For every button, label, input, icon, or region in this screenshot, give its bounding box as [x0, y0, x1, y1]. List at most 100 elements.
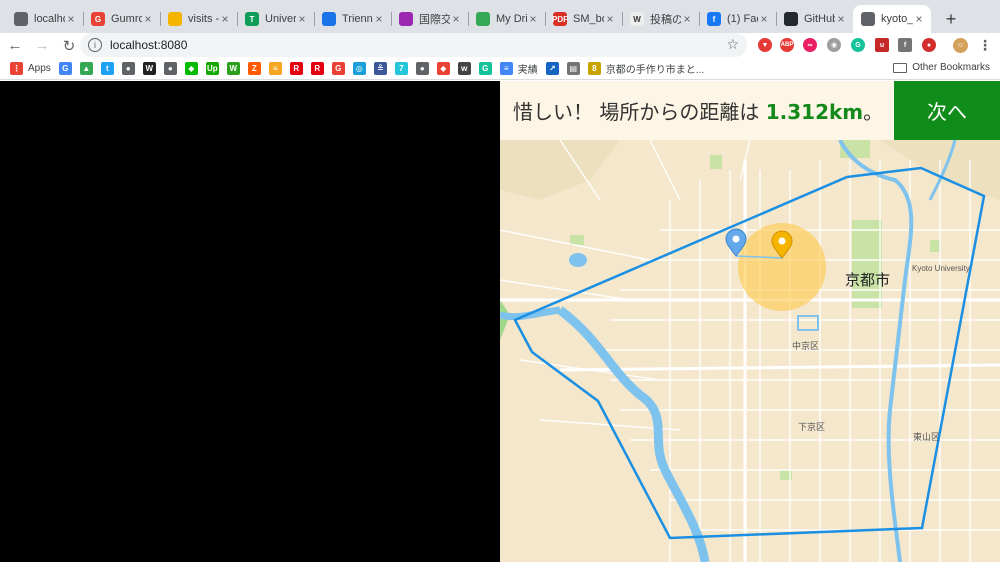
bookmark-favicon-icon: ●: [163, 62, 177, 75]
bookmark-item[interactable]: R: [289, 62, 303, 75]
next-button[interactable]: 次へ: [894, 81, 1000, 140]
bookmark-favicon-icon: Z: [247, 62, 261, 75]
browser-tab[interactable]: f (1) Face×: [699, 5, 776, 33]
bookmark-favicon-icon: G: [58, 62, 72, 75]
bookmark-item[interactable]: 8 京都の手作り市まと...: [587, 61, 705, 76]
menu-icon[interactable]: ⋮: [978, 37, 992, 53]
camera-extension-icon[interactable]: ◉: [827, 38, 841, 52]
tab-favicon-icon: PDF: [552, 12, 568, 26]
bookmark-item[interactable]: 7: [394, 62, 408, 75]
bookmark-item[interactable]: ▤: [566, 62, 580, 75]
tab-close-icon[interactable]: ×: [219, 12, 231, 26]
bookmark-favicon-icon: 7: [394, 62, 408, 75]
bookmark-label: 京都の手作り市まと...: [605, 65, 705, 76]
browser-tab[interactable]: GitHub ×: [776, 5, 853, 33]
shimogyo-label: 下京区: [798, 421, 825, 433]
streetview-pane[interactable]: [0, 81, 500, 562]
bookmark-favicon-icon: R: [289, 62, 303, 75]
profile-avatar[interactable]: ☺: [953, 38, 968, 53]
higashiyama-label: 東山区: [913, 431, 940, 443]
bookmark-item[interactable]: ≡: [268, 62, 282, 75]
bookmark-item[interactable]: ⋮ Apps: [10, 62, 51, 75]
bookmark-item[interactable]: ◆: [184, 62, 198, 75]
tab-close-icon[interactable]: ×: [450, 12, 462, 26]
tab-favicon-icon: [168, 12, 182, 26]
bookmark-item[interactable]: ≡ 実績: [499, 61, 538, 76]
bookmark-item[interactable]: ▲: [79, 62, 93, 75]
bookmark-favicon-icon: ▤: [566, 62, 580, 75]
bookmark-item[interactable]: G: [478, 62, 492, 75]
tab-close-icon[interactable]: ×: [527, 12, 539, 26]
reload-icon[interactable]: ↻: [57, 34, 81, 58]
bookmark-item[interactable]: W: [226, 62, 240, 75]
lastpass-extension-icon[interactable]: ●: [922, 38, 936, 52]
tab-title: 投稿の新: [650, 14, 681, 26]
grammarly-extension-icon[interactable]: G: [851, 38, 865, 52]
vivaldi-extension-icon[interactable]: ▼: [758, 38, 772, 52]
browser-tab[interactable]: localho×: [6, 5, 83, 33]
browser-tab[interactable]: visits - ×: [160, 5, 237, 33]
browser-tab[interactable]: T Univers×: [237, 5, 314, 33]
new-tab-button[interactable]: +: [937, 5, 965, 33]
bookmark-item[interactable]: ◎: [352, 62, 366, 75]
bookmark-favicon-icon: W: [226, 62, 240, 75]
bookmark-item[interactable]: ≗: [373, 62, 387, 75]
tab-favicon-icon: [784, 12, 798, 26]
pink-extension-icon[interactable]: ∞: [803, 38, 817, 52]
bookmark-favicon-icon: G: [478, 62, 492, 75]
facebook-extension-icon[interactable]: f: [898, 38, 912, 52]
bookmark-favicon-icon: ↗: [545, 62, 559, 75]
tab-favicon-icon: [322, 12, 336, 26]
tab-close-icon[interactable]: ×: [142, 12, 154, 26]
tab-close-icon[interactable]: ×: [604, 12, 616, 26]
forward-icon[interactable]: →: [30, 34, 54, 58]
result-message: 惜しい！ 場所からの距離は 1.312km。: [513, 96, 883, 125]
other-bookmarks[interactable]: Other Bookmarks: [893, 62, 990, 73]
tab-close-icon[interactable]: ×: [296, 12, 308, 26]
bookmark-item[interactable]: ↗: [545, 62, 559, 75]
browser-tab[interactable]: kyoto_g×: [853, 5, 931, 33]
tab-close-icon[interactable]: ×: [373, 12, 385, 26]
tab-title: localho: [34, 13, 65, 25]
distance-value: 1.312km: [765, 100, 864, 124]
tab-close-icon[interactable]: ×: [913, 12, 925, 26]
result-suffix: 。: [863, 100, 884, 124]
browser-toolbar: ← → ↻ i localhost:8080 ☆ ▼ ABP ∞ ◉ G u f…: [0, 33, 1000, 58]
tab-close-icon[interactable]: ×: [835, 12, 847, 26]
address-bar[interactable]: i localhost:8080 ☆: [80, 33, 747, 57]
tab-close-icon[interactable]: ×: [758, 12, 770, 26]
bookmark-item[interactable]: R: [310, 62, 324, 75]
back-icon[interactable]: ←: [3, 34, 27, 58]
bookmark-favicon-icon: ≡: [268, 62, 282, 75]
bookmark-item[interactable]: Up: [205, 62, 219, 75]
ublock-extension-icon[interactable]: u: [875, 38, 889, 52]
tab-title: Gumroa: [111, 13, 142, 25]
browser-tab[interactable]: PDF SM_boo×: [545, 5, 622, 33]
tab-favicon-icon: G: [91, 12, 105, 26]
tab-close-icon[interactable]: ×: [681, 12, 693, 26]
browser-tab[interactable]: My Driv×: [468, 5, 545, 33]
bookmark-item[interactable]: G: [58, 62, 72, 75]
bookmark-item[interactable]: W: [142, 62, 156, 75]
bookmark-favicon-icon: ⬥: [436, 62, 450, 75]
browser-tab[interactable]: G Gumroa×: [83, 5, 160, 33]
bookmark-item[interactable]: ●: [415, 62, 429, 75]
tab-strip: localho×GGumroa×visits -×TUnivers×Trienn…: [0, 0, 1000, 33]
bookmark-item[interactable]: t: [100, 62, 114, 75]
bookmark-item[interactable]: w: [457, 62, 471, 75]
bookmark-item[interactable]: G: [331, 62, 345, 75]
browser-tab[interactable]: 国際交流×: [391, 5, 468, 33]
folder-icon: [893, 62, 908, 73]
bookmark-item[interactable]: ●: [163, 62, 177, 75]
site-info-icon[interactable]: i: [88, 38, 102, 52]
browser-tab[interactable]: Trienna×: [314, 5, 391, 33]
browser-tab[interactable]: W 投稿の新×: [622, 5, 699, 33]
bookmark-item[interactable]: Z: [247, 62, 261, 75]
bookmark-star-icon[interactable]: ☆: [726, 36, 739, 53]
tab-close-icon[interactable]: ×: [65, 12, 77, 26]
bookmark-item[interactable]: ●: [121, 62, 135, 75]
map-canvas[interactable]: 京都市 Kyoto University 中京区 下京区 東山区: [500, 140, 1000, 562]
bookmark-item[interactable]: ⬥: [436, 62, 450, 75]
adblock-extension-icon[interactable]: ABP: [780, 38, 794, 52]
tab-title: My Driv: [496, 13, 527, 25]
